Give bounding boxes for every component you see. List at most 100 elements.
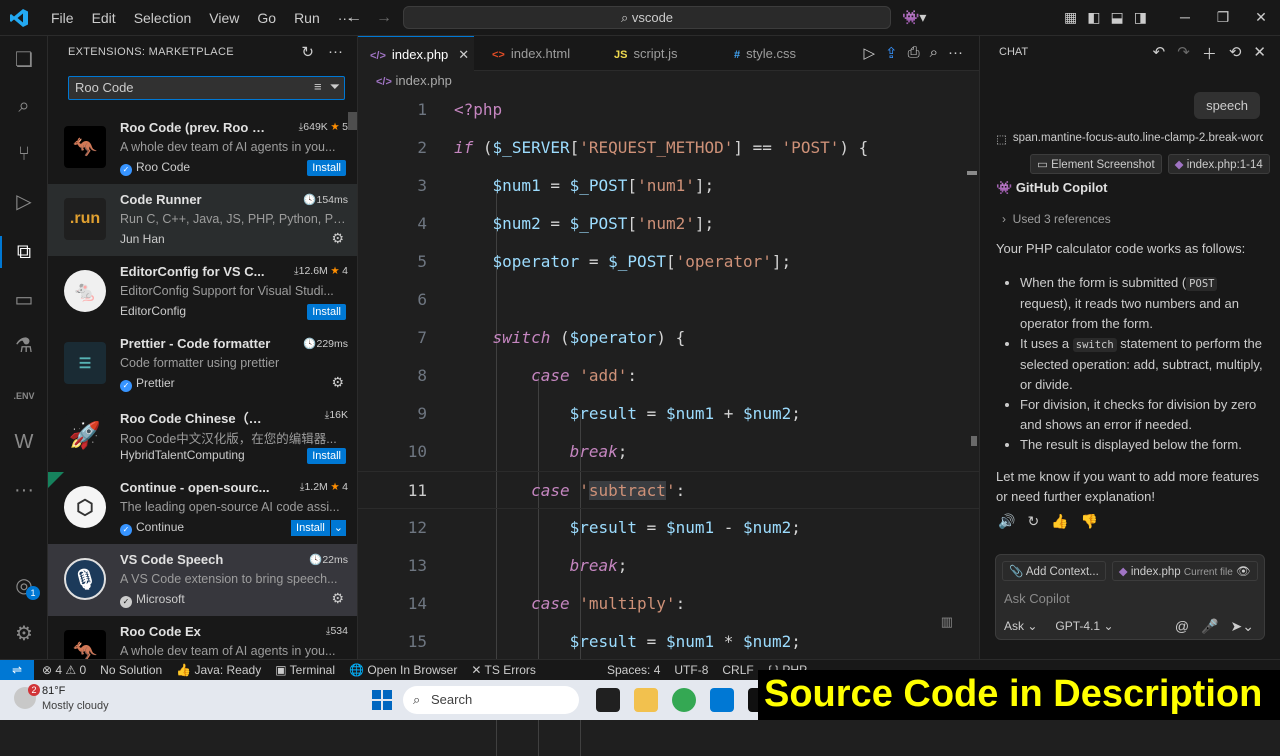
remote-explorer-icon[interactable]: ▭ <box>12 288 36 312</box>
extension-item[interactable]: .run Code Runner 🕓154ms Run C, C++, Java… <box>48 184 357 256</box>
install-button[interactable]: Install <box>307 448 346 464</box>
close-window-icon[interactable]: ✕ <box>1242 0 1280 36</box>
install-button[interactable]: Install <box>307 304 346 320</box>
command-center[interactable]: ⌕ vscode <box>403 6 891 29</box>
search-icon[interactable]: ⌕ <box>12 94 36 118</box>
menu-view[interactable]: View <box>200 10 248 26</box>
chat-input[interactable]: Ask Copilot <box>1004 591 1070 606</box>
thumbs-up-icon[interactable]: 👍 <box>1051 513 1068 530</box>
element-screenshot-chip[interactable]: ▭ Element Screenshot <box>1030 154 1162 174</box>
remote-indicator-icon[interactable]: ⇌ <box>0 660 34 681</box>
thumbs-down-icon[interactable]: 👎 <box>1081 513 1098 530</box>
close-panel-icon[interactable]: ✕ <box>1253 43 1266 64</box>
status-solution[interactable]: No Solution <box>100 663 162 677</box>
install-button[interactable]: Install <box>291 520 330 536</box>
extension-item[interactable]: 🦘 Roo Code (prev. Roo Cl... ⤓649K ★ 5 A … <box>48 112 357 184</box>
manage-gear-icon[interactable]: ⚙ <box>331 374 344 391</box>
mode-picker[interactable]: Ask ⌄ <box>1004 619 1037 633</box>
filter-icon[interactable]: ⏷ <box>330 79 340 95</box>
open-preview-icon[interactable]: ⇪ <box>885 44 898 62</box>
status-java[interactable]: 👍 Java: Ready <box>176 663 261 677</box>
settings-gear-icon[interactable]: ⚙ <box>12 622 36 646</box>
extension-item[interactable]: 🎙 VS Code Speech 🕓22ms A VS Code extensi… <box>48 544 357 616</box>
new-chat-icon[interactable]: ＋ <box>1202 43 1217 64</box>
chrome-icon[interactable] <box>672 688 696 712</box>
extension-item[interactable]: ⬡ Continue - open-sourc... ⤓1.2M ★ 4 The… <box>48 472 357 544</box>
status-eol[interactable]: CRLF <box>722 663 753 677</box>
copilot-inline-icon[interactable]: ▥ <box>941 614 953 630</box>
read-aloud-icon[interactable]: 🔊 <box>998 513 1015 530</box>
breadcrumb[interactable]: </> index.php <box>376 73 452 88</box>
status-ts-errors[interactable]: ✕ TS Errors <box>471 663 536 677</box>
status-terminal[interactable]: ▣ Terminal <box>275 663 335 677</box>
menu-selection[interactable]: Selection <box>125 10 201 26</box>
restore-icon[interactable]: ❐ <box>1204 0 1242 36</box>
redo-icon[interactable]: ↷ <box>1177 43 1190 64</box>
history-icon[interactable]: ⟲ <box>1229 43 1242 64</box>
find-icon[interactable]: ⌕ <box>930 44 938 62</box>
manage-gear-icon[interactable]: ⚙ <box>331 230 344 247</box>
status-open-browser[interactable]: 🌐 Open In Browser <box>349 663 457 677</box>
tab-index-html[interactable]: <> index.html <box>480 36 598 71</box>
manage-gear-icon[interactable]: ⚙ <box>331 590 344 607</box>
extension-search-input[interactable] <box>75 80 295 95</box>
clear-filter-icon[interactable]: ≡ <box>314 79 322 95</box>
taskbar-search[interactable]: ⌕ Search <box>403 686 579 714</box>
tab-script-js[interactable]: JS script.js <box>602 36 712 71</box>
add-context-button[interactable]: 📎 Add Context... <box>1002 561 1106 581</box>
extension-item[interactable]: ☰ Prettier - Code formatter 🕓229ms Code … <box>48 328 357 400</box>
customize-layout-icon[interactable]: ▦ <box>1064 9 1077 26</box>
explorer-icon[interactable]: ❏ <box>12 48 36 72</box>
mention-icon[interactable]: @ <box>1175 618 1189 635</box>
copilot-menu-icon[interactable]: 👾▾ <box>902 9 926 26</box>
eye-icon[interactable]: 👁 <box>1236 566 1251 578</box>
undo-icon[interactable]: ↶ <box>1153 43 1166 64</box>
status-encoding[interactable]: UTF-8 <box>674 663 708 677</box>
task-view-icon[interactable] <box>596 688 620 712</box>
source-control-icon[interactable]: ⑂ <box>12 142 36 166</box>
wakatime-icon[interactable]: W <box>12 430 36 454</box>
references-toggle[interactable]: › Used 3 references <box>1002 212 1111 226</box>
problems-indicator[interactable]: ⊗ 4 ⚠ 0 <box>42 663 86 677</box>
dotenv-icon[interactable]: .ENV <box>12 384 36 408</box>
tab-index-php[interactable]: </> index.php ✕ <box>358 36 474 71</box>
microphone-icon[interactable]: 🎤 <box>1201 618 1218 635</box>
menu-go[interactable]: Go <box>248 10 285 26</box>
run-icon[interactable]: ▷ <box>863 44 875 62</box>
file-explorer-icon[interactable] <box>634 688 658 712</box>
windows-start-icon[interactable] <box>372 690 392 710</box>
clock-icon: 🕓 <box>309 554 323 566</box>
run-debug-icon[interactable]: ▷ <box>12 190 36 214</box>
retry-icon[interactable]: ↻ <box>1027 513 1039 530</box>
menu-file[interactable]: File <box>42 10 83 26</box>
status-indent[interactable]: Spaces: 4 <box>607 663 660 677</box>
extensions-icon[interactable]: ⧉ <box>12 240 36 264</box>
more-actions-icon[interactable]: ··· <box>328 43 343 61</box>
extension-item[interactable]: 🦘 Roo Code Ex ⤓534 A whole dev team of A… <box>48 616 357 659</box>
menu-run[interactable]: Run <box>285 10 329 26</box>
extension-item[interactable]: 🐁 EditorConfig for VS C... ⤓12.6M ★ 4 Ed… <box>48 256 357 328</box>
back-arrow-icon[interactable]: ← <box>346 9 362 26</box>
print-icon[interactable]: ⎙ <box>908 44 920 62</box>
chevron-down-icon[interactable]: ⌄ <box>329 520 346 536</box>
testing-icon[interactable]: ⚗ <box>12 334 36 358</box>
send-icon[interactable]: ➤⌄ <box>1231 618 1254 635</box>
minimize-icon[interactable]: ─ <box>1166 0 1204 36</box>
toggle-secondary-sidebar-icon[interactable]: ◨ <box>1134 9 1147 26</box>
current-file-chip[interactable]: ◆ index.php Current file 👁 <box>1111 561 1258 581</box>
file-range-chip[interactable]: ◆ index.php:1-14 <box>1167 154 1270 174</box>
forward-arrow-icon[interactable]: → <box>376 9 392 26</box>
vscode-taskbar-icon[interactable] <box>710 688 734 712</box>
more-actions-icon[interactable]: ··· <box>948 44 963 62</box>
more-views-icon[interactable]: ··· <box>12 478 36 502</box>
install-button[interactable]: Install <box>307 160 346 176</box>
refresh-icon[interactable]: ↻ <box>301 43 314 61</box>
extension-item[interactable]: 🚀 Roo Code Chinese（原Roo ... ⤓16K Roo Cod… <box>48 400 357 472</box>
menu-edit[interactable]: Edit <box>83 10 125 26</box>
toggle-sidebar-icon[interactable]: ◧ <box>1087 9 1100 26</box>
toggle-panel-icon[interactable]: ⬓ <box>1110 9 1123 26</box>
model-picker[interactable]: GPT-4.1 ⌄ <box>1055 619 1113 633</box>
sidebar-scrollbar[interactable] <box>348 112 357 130</box>
tab-style-css[interactable]: # style.css <box>722 36 832 71</box>
close-tab-icon[interactable]: ✕ <box>458 47 469 62</box>
